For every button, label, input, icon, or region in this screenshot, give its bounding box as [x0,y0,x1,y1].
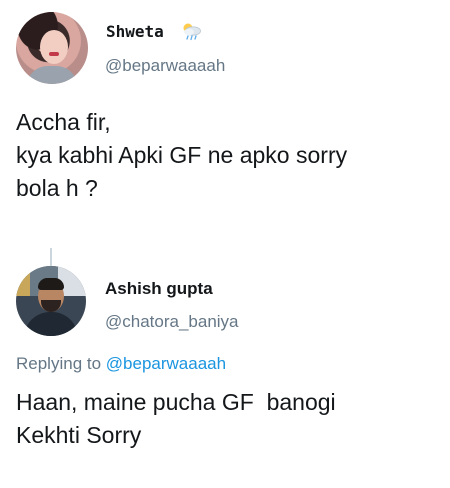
tweet-text-line: Accha fir, [16,109,111,135]
replying-to: Replying to @beparwaaaah [16,354,226,374]
thread-connector-line [50,248,52,266]
reply-tweet-text: Haan, maine pucha GF banogi Kekhti Sorry [16,386,436,452]
tweet-text: Accha fir, kya kabhi Apki GF ne apko sor… [16,106,436,205]
tweet-text-line: bola h ? [16,175,98,201]
avatar-shweta[interactable] [16,12,88,84]
sun-behind-rain-cloud-icon [183,23,201,41]
tweet-text-line: kya kabhi Apki GF ne apko sorry [16,142,348,168]
replying-to-mention[interactable]: @beparwaaaah [106,354,226,373]
reply-author-handle[interactable]: @chatora_baniya [105,312,239,332]
original-tweet: Shweta @beparwaaaah Accha fir, kya kabhi… [0,0,450,245]
reply-text-line: Kekhti Sorry [16,422,142,448]
reply-author-name[interactable]: Ashish gupta [105,279,213,299]
author-name[interactable]: Shweta [106,22,164,41]
reply-text-line: Haan, maine pucha GF banogi [16,389,336,415]
replying-to-label: Replying to [16,354,102,373]
avatar-ashish[interactable] [16,266,86,336]
author-handle[interactable]: @beparwaaaah [105,56,225,76]
